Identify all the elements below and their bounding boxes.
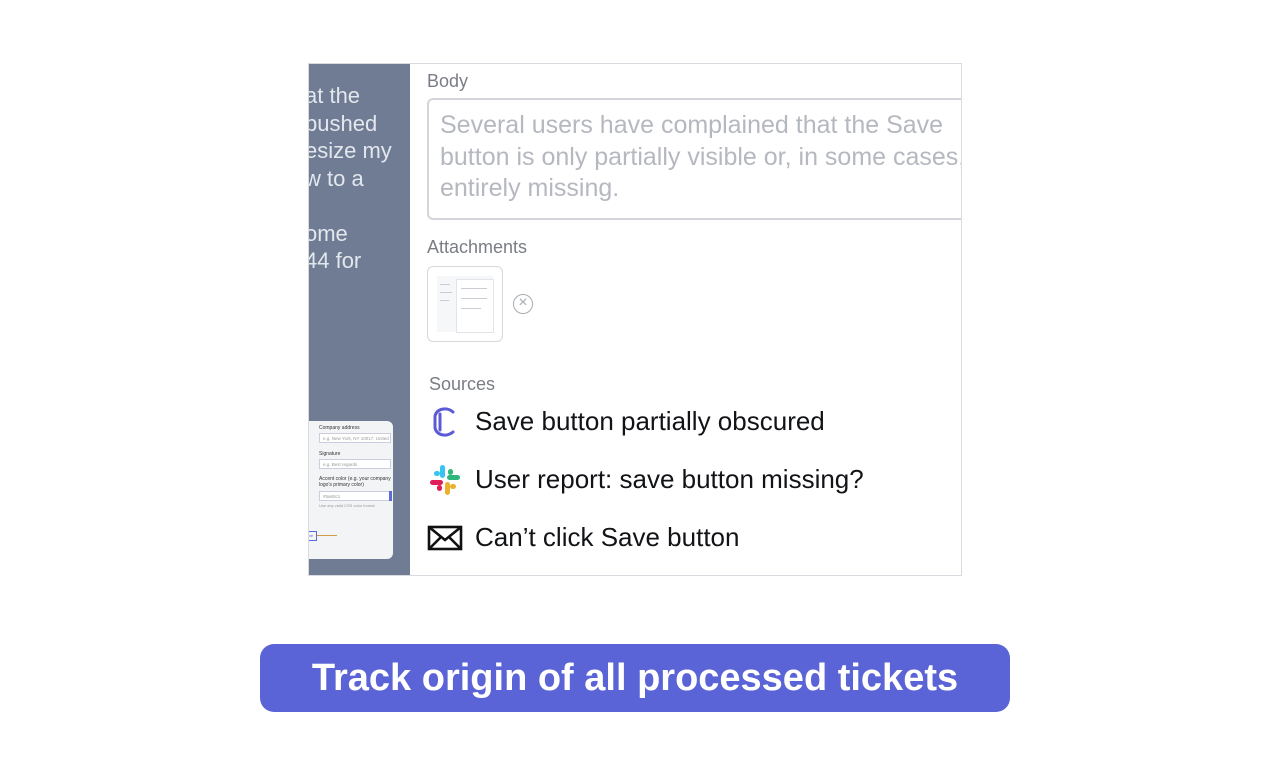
mini-accent-hint: Use any valid CSS color format: [319, 503, 375, 508]
attachments-label: Attachments: [427, 237, 528, 257]
preview-line: [440, 284, 450, 285]
settings-form-screenshot: Company address e.g. New York, NY 10017,…: [309, 421, 393, 559]
body-label: Body: [427, 71, 469, 91]
sources-label: Sources: [429, 374, 496, 394]
ticket-form: Body Several users have complained that …: [410, 64, 961, 575]
bg-line: esize my: [309, 138, 392, 163]
bg-line: at the: [309, 83, 361, 108]
preview-line: [461, 308, 481, 309]
mini-signature-field: e.g. Best regards: [319, 459, 391, 469]
bg-line: 44 for: [309, 248, 362, 273]
source-text: User report: save button missing?: [475, 464, 864, 494]
attachment-preview: [437, 276, 494, 333]
source-text: Save button partially obscured: [475, 406, 825, 436]
preview-line: [440, 300, 449, 301]
bg-line: w to a: [309, 165, 364, 191]
background-page: at the pushed esize my w to a ome 44 for…: [309, 64, 410, 575]
body-textarea[interactable]: Several users have complained that the S…: [427, 98, 962, 220]
linear-icon: [433, 407, 455, 437]
background-text: at the pushed esize my w to a ome 44 for: [309, 82, 410, 275]
bg-line: pushed: [309, 110, 378, 136]
app-frame: at the pushed esize my w to a ome 44 for…: [308, 63, 962, 576]
mini-company-label: Company address: [319, 425, 360, 431]
mini-company-field: e.g. New York, NY 10017, United: [319, 433, 391, 443]
feature-banner: Track origin of all processed tickets: [260, 644, 1010, 712]
preview-line: [461, 298, 487, 299]
source-item-slack[interactable]: User report: save button missing?: [427, 458, 961, 498]
body-placeholder: Several users have complained that the S…: [440, 111, 962, 202]
attachment-thumbnail[interactable]: [427, 266, 503, 342]
mini-save-button: ve: [309, 531, 317, 541]
source-item-email[interactable]: Can’t click Save button: [427, 516, 961, 556]
mini-accent-field: #5a60c1: [319, 491, 391, 501]
source-text: Can’t click Save button: [475, 522, 740, 552]
remove-attachment-icon[interactable]: ×: [513, 294, 533, 314]
mail-icon: [427, 525, 463, 551]
mini-color-swatch: [389, 491, 392, 501]
mini-accent-label: Accent color (e.g. your company logo's p…: [319, 476, 391, 488]
mini-signature-label: Signature: [319, 451, 341, 457]
bg-line: ome: [309, 220, 348, 246]
preview-line: [461, 288, 487, 289]
preview-line: [440, 292, 452, 293]
mini-arrow: [317, 535, 337, 536]
source-item-linear[interactable]: Save button partially obscured: [427, 400, 961, 440]
slack-icon: [430, 465, 460, 495]
